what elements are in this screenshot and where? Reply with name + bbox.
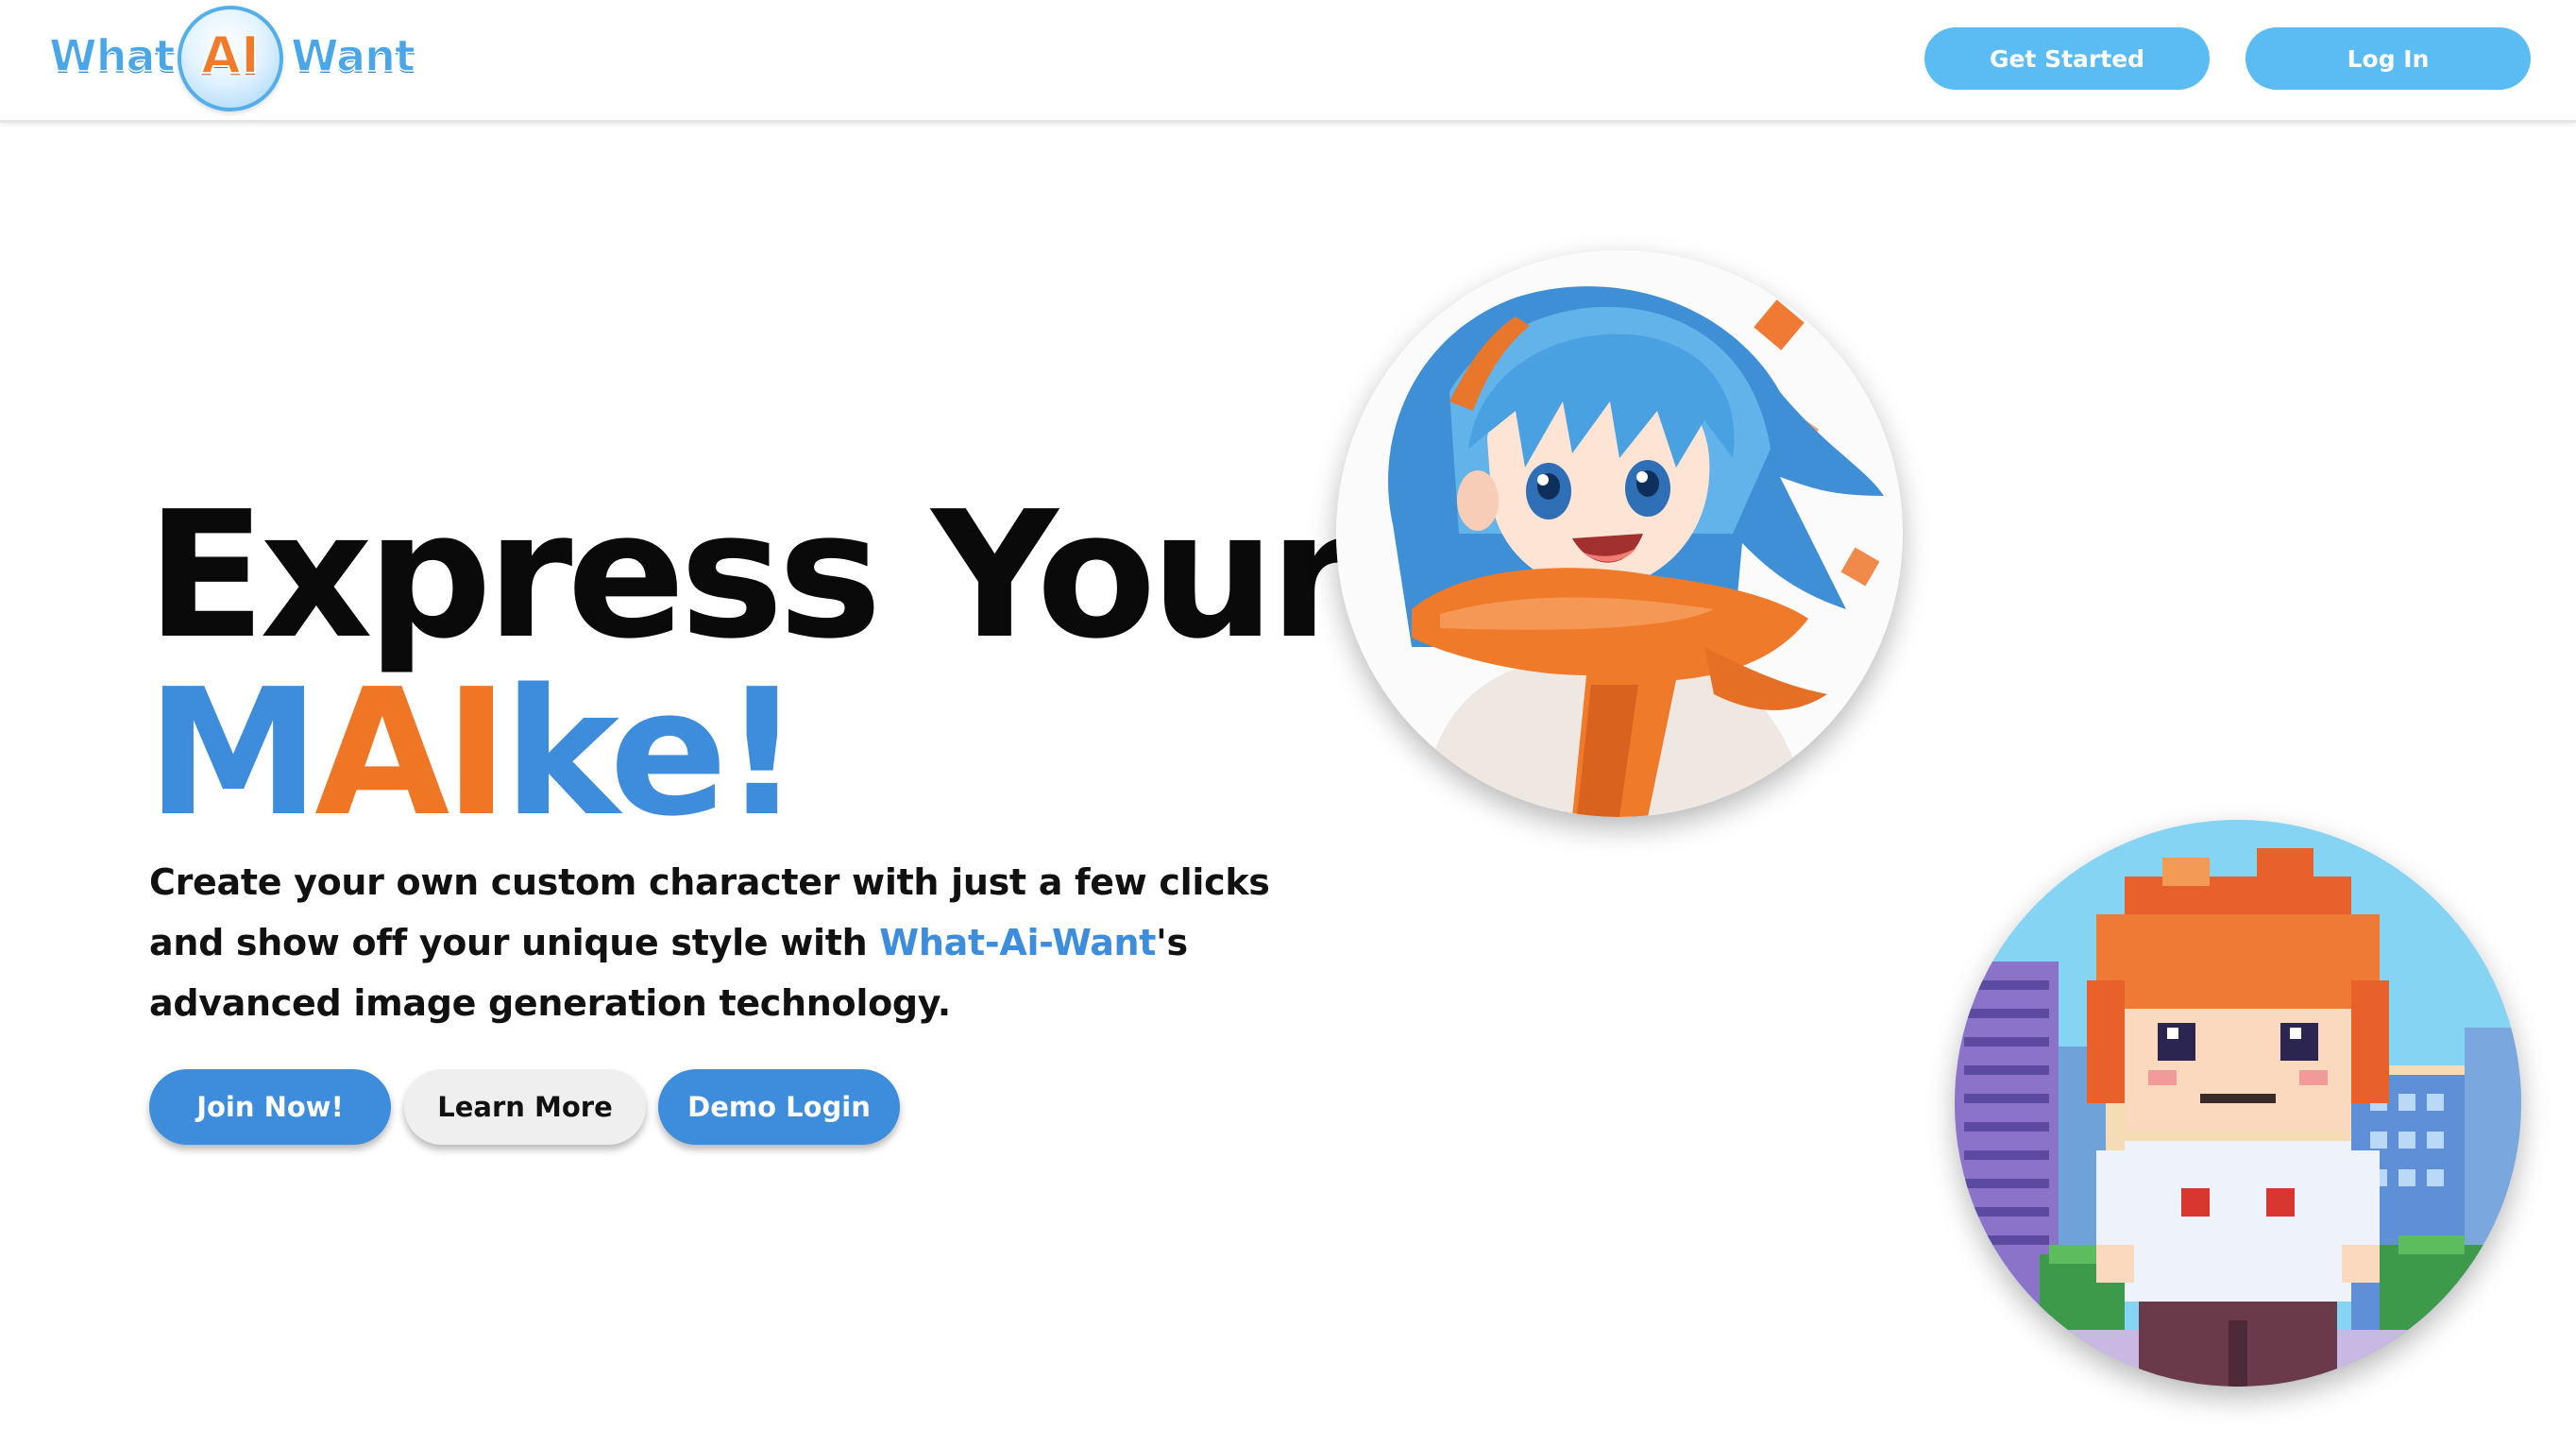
hero-heading-line2: MAIke! xyxy=(146,664,1350,842)
logo-word-what: What xyxy=(48,29,176,82)
brand-name-link: What-Ai-Want xyxy=(879,922,1157,963)
heading-letter-m: M xyxy=(146,651,320,855)
logo-word-ai: AI xyxy=(200,25,261,86)
anime-character-image xyxy=(1336,250,1903,817)
learn-more-button[interactable]: Learn More xyxy=(404,1069,646,1145)
demo-login-button[interactable]: Demo Login xyxy=(658,1069,900,1145)
top-navbar: What AI Want Get Started Log In xyxy=(0,0,2576,123)
hero-heading: Express Your MAIke! xyxy=(146,473,1355,842)
heading-ai: AI xyxy=(314,651,509,855)
heading-ke: ke! xyxy=(503,651,802,855)
anime-girl-scarf-icon xyxy=(1336,250,1903,817)
log-in-button[interactable]: Log In xyxy=(2246,27,2531,90)
logo-badge-icon: AI xyxy=(178,6,283,111)
pixel-character-image xyxy=(1955,820,2521,1387)
get-started-button[interactable]: Get Started xyxy=(1924,27,2210,90)
hero-description: Create your own custom character with ju… xyxy=(149,852,1320,1033)
hero-heading-line1: Express Your xyxy=(146,473,1355,677)
logo-word-want: Want xyxy=(290,29,415,82)
landing-page: What AI Want Get Started Log In Express … xyxy=(0,0,2576,1430)
join-now-button[interactable]: Join Now! xyxy=(149,1069,391,1145)
pixel-art-boy-icon xyxy=(1955,820,2521,1387)
site-logo[interactable]: What AI Want xyxy=(47,6,425,113)
